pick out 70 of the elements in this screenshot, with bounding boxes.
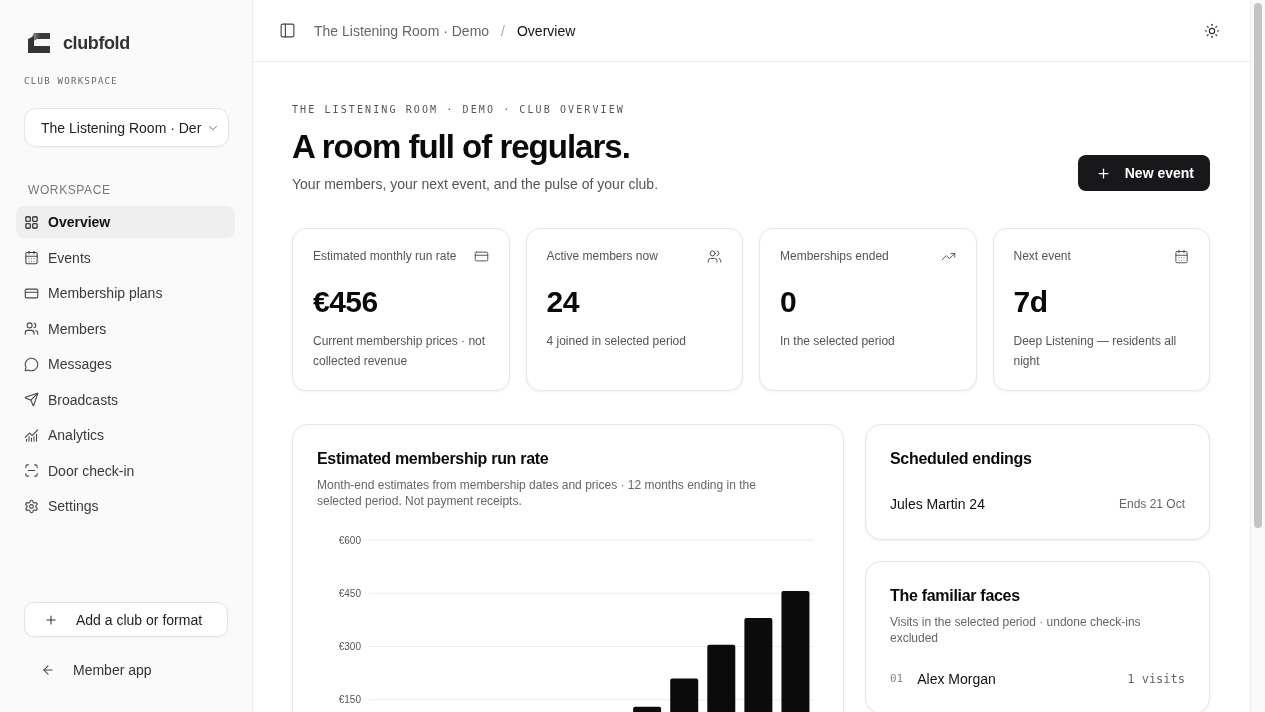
stat-label: Active members now (546, 249, 658, 263)
member-name: Alex Morgan (917, 670, 996, 689)
chart-bar (633, 706, 662, 712)
y-tick-label: €600 (338, 534, 361, 546)
card-title: Estimated membership run rate (317, 449, 550, 469)
card-subtitle: Visits in the selected period · undone check-ins excluded (890, 614, 1142, 646)
y-tick-label: €300 (338, 641, 361, 652)
bar-chart-icon (24, 427, 39, 443)
users-icon (24, 321, 39, 336)
stat-note: 4 joined in selected period (546, 333, 687, 350)
nav-item[interactable]: Membership plans (16, 277, 235, 309)
add-club-button[interactable]: Add a club or format (24, 602, 228, 637)
end-date: Ends 21 Oct (1118, 496, 1185, 513)
club-select[interactable]: The Listening Room · Der (24, 108, 229, 147)
stat-label: Memberships ended (780, 249, 889, 263)
nav-item[interactable]: Overview (16, 206, 235, 238)
scan-icon (24, 463, 39, 478)
stat-note: In the selected period (780, 333, 896, 350)
card-subtitle: Month-end estimates from membership dates and prices · 12 months ending in the selected period. Not payment receipts. (317, 478, 757, 509)
plus-icon (1095, 165, 1111, 181)
calendar-icon (1174, 248, 1189, 264)
breadcrumb-link[interactable]: The Listening Room · Demo (314, 22, 490, 39)
nav-item[interactable]: Events (16, 241, 235, 274)
section-label: WORKSPACE (28, 182, 112, 198)
credit-card-icon (473, 248, 489, 264)
brand-name: clubfold (63, 32, 130, 54)
card-title: Scheduled endings (890, 449, 1033, 469)
scrollbar-thumb[interactable] (1254, 3, 1262, 528)
nav-item[interactable]: Settings (16, 490, 235, 522)
grid-icon (24, 214, 39, 230)
stat-value: 0 (780, 284, 798, 320)
y-tick-label: €450 (338, 587, 361, 599)
calendar-icon (24, 250, 39, 265)
member-app-link[interactable]: Member app (24, 654, 152, 686)
y-tick-label: €150 (338, 694, 361, 706)
panel-icon[interactable] (279, 22, 296, 39)
chart-bar (707, 644, 736, 712)
workspace-label: CLUB WORKSPACE (24, 75, 120, 87)
breadcrumb-separator: / (501, 22, 505, 39)
sun-icon[interactable] (1204, 22, 1220, 39)
breadcrumb-link[interactable]: Overview (516, 22, 576, 39)
stat-note: Deep Listening — residents all night (1013, 333, 1178, 370)
card-title: The familiar faces (890, 586, 1021, 606)
users-icon (707, 248, 722, 264)
stat-value: 7d (1013, 284, 1049, 320)
nav-item[interactable]: Messages (16, 348, 235, 380)
settings-icon (24, 498, 39, 514)
nav-item[interactable]: Members (16, 312, 235, 345)
nav-item[interactable]: Broadcasts (16, 383, 235, 416)
logo-icon (28, 33, 50, 53)
scrollbar[interactable] (1250, 0, 1265, 712)
visit-count: 1 visits (1127, 671, 1185, 688)
chart-bar (670, 678, 699, 712)
credit-card-icon (24, 285, 39, 301)
plus-icon (44, 612, 58, 627)
page-title: A room full of regulars. (292, 128, 631, 166)
new-event-button[interactable]: New event (1077, 155, 1210, 191)
rank-number: 01 (890, 671, 904, 687)
chat-bubble-icon (24, 356, 39, 372)
nav-item[interactable]: Door check-in (16, 454, 235, 487)
stat-label: Next event (1013, 249, 1071, 263)
stat-value: €456 (313, 284, 379, 320)
nav-item[interactable]: Analytics (16, 419, 235, 451)
stat-value: 24 (546, 284, 581, 320)
stat-note: Current membership prices · not collected revenue (313, 333, 487, 370)
stat-label: Estimated monthly run rate (313, 249, 457, 263)
page-subtitle: Your members, your next event, and the pulse of your club. (292, 175, 659, 194)
eyebrow-text: THE LISTENING ROOM · DEMO · CLUB OVERVIEW (292, 103, 626, 117)
member-name: Jules Martin 24 (890, 495, 985, 514)
paper-plane-icon (24, 392, 39, 407)
